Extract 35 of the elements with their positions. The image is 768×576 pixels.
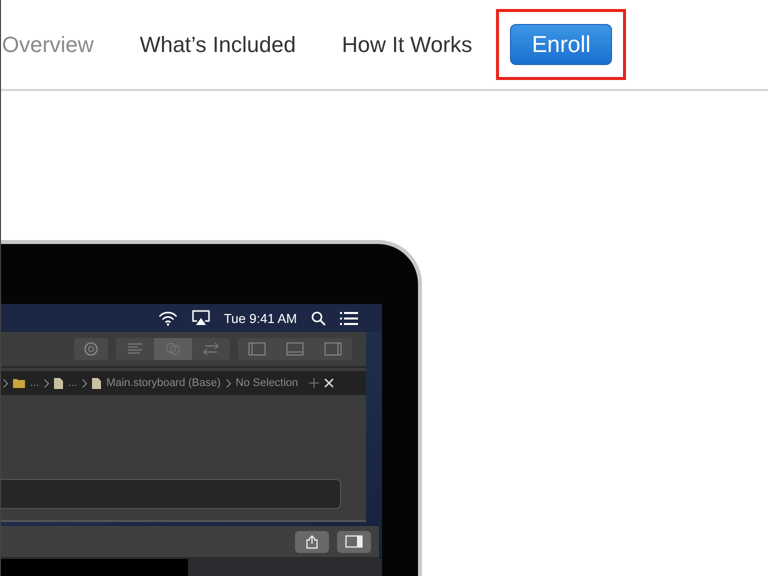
left-panel-icon <box>248 342 266 356</box>
chevron-icon <box>82 378 88 388</box>
toolbar-button[interactable] <box>74 338 108 360</box>
chevron-icon <box>44 378 50 388</box>
sidebar-toggle-button[interactable] <box>337 530 371 552</box>
path-crumb[interactable]: Main.storyboard (Base) <box>106 377 221 389</box>
file-icon <box>54 378 64 388</box>
swap-arrows-icon <box>202 342 220 356</box>
file-icon <box>92 378 102 388</box>
path-crumb[interactable]: ... <box>30 377 40 389</box>
enroll-button[interactable]: Enroll <box>510 24 612 65</box>
overlapping-circles-icon <box>165 342 181 356</box>
nav-link[interactable]: How It Works <box>342 32 472 58</box>
path-crumb[interactable]: No Selection <box>236 377 298 389</box>
share-icon <box>306 534 318 548</box>
circle-icon <box>84 342 98 356</box>
nav-link[interactable]: Overview <box>2 32 94 58</box>
menu-bar-clock[interactable]: Tue 9:41 AM <box>224 310 297 326</box>
close-icon[interactable] <box>324 378 334 388</box>
list-icon[interactable] <box>340 312 358 324</box>
share-button[interactable] <box>295 530 329 552</box>
wifi-icon[interactable] <box>158 310 178 326</box>
chevron-icon <box>3 378 8 388</box>
search-icon[interactable] <box>311 310 326 326</box>
bottom-panel-icon <box>286 342 304 356</box>
lines-icon <box>127 343 143 355</box>
airplay-icon[interactable] <box>192 310 210 326</box>
chevron-icon <box>226 378 231 388</box>
text-field[interactable] <box>1 479 341 509</box>
path-crumb[interactable]: ... <box>68 377 78 389</box>
nav-link[interactable]: What’s Included <box>140 32 296 58</box>
right-panel-icon <box>324 342 342 356</box>
plus-icon[interactable] <box>309 378 320 388</box>
right-panel-icon <box>345 535 363 548</box>
folder-icon <box>13 378 25 388</box>
